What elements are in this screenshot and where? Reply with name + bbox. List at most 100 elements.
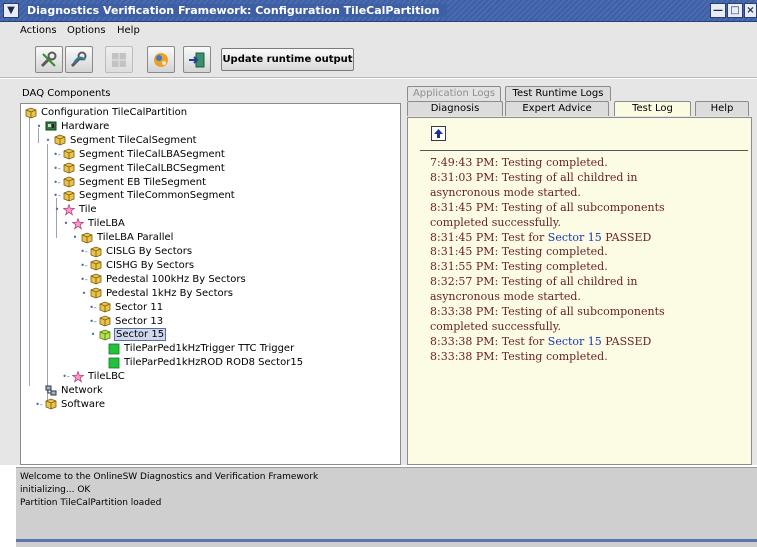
run-tests-button[interactable] <box>35 46 63 73</box>
scroll-top-button[interactable] <box>431 126 446 141</box>
exit-button[interactable] <box>183 46 211 73</box>
expand-handle-icon[interactable]: •‐ <box>79 273 89 286</box>
expand-handle-icon[interactable]: •‐ <box>79 245 89 258</box>
expand-handle-icon[interactable]: •‐ <box>34 398 44 411</box>
log-line: 8:31:45 PM: Test for Sector 15 PASSED <box>430 231 651 244</box>
tree-node-label: TileParPed1kHzTrigger TTC Trigger <box>124 343 295 355</box>
collapse-handle-icon[interactable]: • <box>70 231 80 244</box>
tree-node[interactable]: Configuration TileCalPartition <box>25 106 188 119</box>
window-menu-button[interactable]: ▼ <box>3 3 19 18</box>
tree-guide-line <box>29 116 30 386</box>
green-square-icon <box>108 343 120 355</box>
tree-node-label: TileLBA Parallel <box>97 232 174 244</box>
tree-node[interactable]: • Sector 15 <box>88 328 167 342</box>
tree-node[interactable]: •‐ CISHG By Sectors <box>79 259 195 272</box>
status-line: Partition TileCalPartition loaded <box>20 498 162 508</box>
log-line: 7:49:43 PM: Testing completed. <box>430 156 608 169</box>
menu-actions[interactable]: Actions <box>20 25 57 36</box>
tree-node[interactable]: TileParPed1kHzROD ROD8 Sector15 <box>97 356 304 369</box>
log-text: 8:33:38 PM: Testing of all subcomponents <box>430 305 665 318</box>
tree-node[interactable]: •‐ Sector 11 <box>88 301 164 314</box>
tree-node[interactable]: • Segment TileCalSegment <box>43 134 198 147</box>
tree-node[interactable]: •‐ CISLG By Sectors <box>79 245 193 258</box>
box-green-icon <box>99 329 111 341</box>
collapse-handle-icon[interactable]: • <box>43 134 53 147</box>
tree-node[interactable]: TileParPed1kHzTrigger TTC Trigger <box>97 342 295 355</box>
update-runtime-output-button[interactable]: Update runtime output <box>221 48 354 71</box>
tree-node[interactable]: Network <box>34 384 104 397</box>
star-icon <box>63 203 75 216</box>
log-line: asyncronous mode started. <box>430 290 581 303</box>
tab-diagnosis[interactable]: Diagnosis <box>407 101 503 116</box>
log-component-link[interactable]: Sector 15 <box>548 231 602 244</box>
tree-node[interactable]: •‐ Sector 13 <box>88 315 164 328</box>
tree-node[interactable]: •‐ Segment TileCalLBASegment <box>52 148 226 161</box>
title-bar: ▼ Diagnostics Verification Framework: Co… <box>0 0 757 22</box>
maximize-icon: □ <box>730 5 740 16</box>
tree-node[interactable]: •‐ Software <box>34 398 106 411</box>
expand-handle-icon[interactable]: •‐ <box>52 148 62 161</box>
status-line: initializing... OK <box>20 485 91 495</box>
tab-application-logs[interactable]: Application Logs <box>407 86 501 101</box>
tab-help[interactable]: Help <box>695 101 749 116</box>
tree-node[interactable]: •‐ TileLBC <box>61 370 126 383</box>
arrow-up-icon <box>434 129 443 138</box>
tree-node[interactable]: • Hardware <box>34 120 110 133</box>
box-icon <box>63 162 75 174</box>
collapse-handle-icon[interactable]: • <box>79 287 89 300</box>
tree-node[interactable]: • Tile <box>52 203 98 216</box>
reset-tests-button[interactable] <box>65 46 93 73</box>
status-console: Welcome to the OnlineSW Diagnostics and … <box>16 467 757 547</box>
expand-handle-icon[interactable]: •‐ <box>88 301 98 314</box>
expand-handle-icon[interactable]: •‐ <box>52 189 62 202</box>
log-text: 8:31:45 PM: Testing of all subcomponents <box>430 200 665 214</box>
collapse-handle-icon[interactable]: • <box>34 120 44 133</box>
component-tree[interactable]: Configuration TileCalPartition • Hardware •… <box>20 103 401 465</box>
log-text: 8:31:55 PM: Testing completed. <box>430 260 608 274</box>
tree-node[interactable]: •‐ Pedestal 100kHz By Sectors <box>79 273 247 286</box>
minimize-button[interactable]: — <box>710 3 726 18</box>
tree-node[interactable]: • TileLBA Parallel <box>70 231 174 244</box>
star-icon <box>72 370 84 383</box>
collapse-handle-icon[interactable]: • <box>52 203 62 216</box>
gear-ball-icon <box>154 52 168 67</box>
collapse-handle-icon[interactable]: • <box>61 217 71 230</box>
tree-node-label: Software <box>61 398 106 410</box>
maximize-button[interactable]: □ <box>727 3 743 18</box>
menu-options[interactable]: Options <box>67 25 106 36</box>
view-grid-button[interactable] <box>105 46 133 73</box>
collapse-handle-icon[interactable]: • <box>88 328 98 341</box>
toolbar: Update runtime output <box>0 40 757 78</box>
menu-help[interactable]: Help <box>117 25 140 36</box>
tab-test-runtime-logs[interactable]: Test Runtime Logs <box>505 86 611 101</box>
box-icon <box>45 398 57 410</box>
tree-node-label: Segment EB TileSegment <box>79 176 207 188</box>
close-button[interactable]: × <box>744 3 757 18</box>
tree-node[interactable]: • TileLBA <box>61 217 126 230</box>
tree-node[interactable]: •‐ Segment TileCalLBCSegment <box>52 162 226 175</box>
tree-node[interactable]: •‐ Segment TileCommonSegment <box>52 189 236 202</box>
tree-node-label: Pedestal 1kHz By Sectors <box>106 287 233 299</box>
tree-node[interactable]: • Pedestal 1kHz By Sectors <box>79 287 234 300</box>
log-line: 8:33:38 PM: Testing of all subcomponents <box>430 305 665 318</box>
expand-handle-icon[interactable]: •‐ <box>52 162 62 175</box>
tree-node[interactable]: •‐ Segment EB TileSegment <box>52 176 207 189</box>
log-component-link[interactable]: Sector 15 <box>548 335 602 348</box>
tree-node-label: Segment TileCalSegment <box>70 134 197 146</box>
expand-handle-icon[interactable]: •‐ <box>88 315 98 328</box>
log-text: completed successfully. <box>430 215 562 229</box>
log-text: 8:33:38 PM: Test for <box>430 334 548 348</box>
tab-test-log[interactable]: Test Log <box>614 101 691 116</box>
tree-node-label: Tile <box>79 204 97 216</box>
menu-bar: Actions Options Help <box>0 22 757 40</box>
log-line: completed successfully. <box>430 216 561 229</box>
log-text: asyncronous mode started. <box>430 290 581 304</box>
settings-button[interactable] <box>147 46 175 73</box>
box-icon <box>25 107 37 118</box>
expand-handle-icon[interactable]: •‐ <box>79 259 89 272</box>
status-border <box>16 539 757 542</box>
tree-node-label: CISLG By Sectors <box>106 246 193 257</box>
expand-handle-icon[interactable]: •‐ <box>52 176 62 189</box>
tab-expert-advice[interactable]: Expert Advice <box>505 101 609 116</box>
expand-handle-icon[interactable]: •‐ <box>61 370 71 383</box>
